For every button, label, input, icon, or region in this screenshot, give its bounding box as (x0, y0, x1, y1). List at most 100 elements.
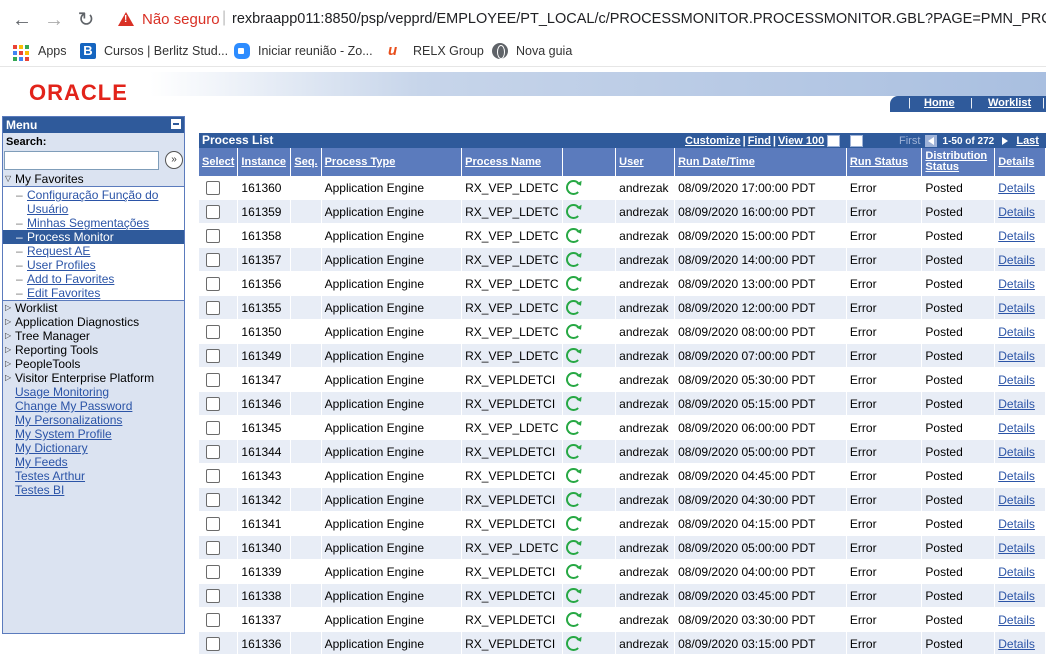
favorite-link[interactable]: – Minhas Segmentações (3, 216, 177, 230)
favorite-link[interactable]: – Request AE (3, 244, 177, 258)
select-checkbox[interactable] (206, 180, 220, 195)
first-link[interactable]: First (899, 135, 920, 147)
refresh-icon[interactable] (565, 492, 581, 508)
select-checkbox[interactable] (206, 372, 220, 387)
grid-view-icon[interactable] (850, 135, 864, 148)
refresh-icon[interactable] (565, 636, 581, 652)
column-header-run-status[interactable]: Run Status (846, 148, 923, 176)
view-100-link[interactable]: View 100 (778, 135, 824, 147)
menu-link[interactable]: My System Profile (3, 427, 184, 441)
menu-folder[interactable]: ▷ Tree Manager (3, 329, 184, 343)
collapse-icon[interactable] (171, 119, 181, 129)
select-checkbox[interactable] (206, 204, 220, 219)
column-header-process-name[interactable]: Process Name (461, 148, 563, 176)
menu-folder[interactable]: ▷ Reporting Tools (3, 343, 184, 357)
refresh-icon[interactable] (565, 204, 581, 220)
refresh-icon[interactable] (565, 396, 581, 412)
select-checkbox[interactable] (206, 516, 220, 531)
select-checkbox[interactable] (206, 396, 220, 411)
select-checkbox[interactable] (206, 228, 220, 243)
bookmark-apps[interactable]: Apps (38, 44, 67, 58)
menu-folder[interactable]: ▷ PeopleTools (3, 357, 184, 371)
details-link[interactable]: Details (998, 541, 1035, 555)
favorite-link-active[interactable]: – Process Monitor (3, 230, 184, 244)
menu-folder[interactable]: ▷ Application Diagnostics (3, 315, 184, 329)
details-link[interactable]: Details (998, 325, 1035, 339)
zoom-icon[interactable] (234, 43, 250, 59)
bookmark-relx[interactable]: RELX Group (413, 44, 484, 58)
address-bar[interactable]: rexbraapp011:8850/psp/vepprd/EMPLOYEE/PT… (232, 11, 1046, 27)
select-checkbox[interactable] (206, 540, 220, 555)
details-link[interactable]: Details (998, 565, 1035, 579)
relx-icon[interactable]: u (388, 43, 404, 59)
select-checkbox[interactable] (206, 252, 220, 267)
refresh-icon[interactable] (565, 612, 581, 628)
refresh-icon[interactable] (565, 276, 581, 292)
favorite-link[interactable]: – Add to Favorites (3, 272, 177, 286)
refresh-icon[interactable] (565, 324, 581, 340)
details-link[interactable]: Details (998, 613, 1035, 627)
security-label[interactable]: Não seguro (142, 11, 220, 28)
menu-link[interactable]: Testes BI (3, 483, 184, 497)
column-header-seq[interactable]: Seq. (290, 148, 322, 176)
details-link[interactable]: Details (998, 589, 1035, 603)
details-link[interactable]: Details (998, 181, 1035, 195)
nav-home-link[interactable]: Home (924, 97, 955, 109)
details-link[interactable]: Details (998, 469, 1035, 483)
nav-worklist-link[interactable]: Worklist (988, 97, 1031, 109)
details-link[interactable]: Details (998, 637, 1035, 651)
refresh-icon[interactable] (565, 228, 581, 244)
favorite-link[interactable]: – Edit Favorites (3, 286, 177, 300)
back-icon[interactable]: ← (10, 8, 34, 32)
details-link[interactable]: Details (998, 445, 1035, 459)
menu-link[interactable]: Change My Password (3, 399, 184, 413)
last-link[interactable]: Last (1016, 135, 1039, 147)
details-link[interactable]: Details (998, 301, 1035, 315)
select-checkbox[interactable] (206, 420, 220, 435)
search-go-icon[interactable]: » (165, 151, 183, 169)
column-header-process-type[interactable]: Process Type (321, 148, 463, 176)
find-link[interactable]: Find (748, 135, 771, 147)
details-link[interactable]: Details (998, 517, 1035, 531)
forward-icon[interactable]: → (42, 8, 66, 32)
column-header-distribution-status[interactable]: Distribution Status (921, 148, 996, 176)
menu-folder-my-favorites[interactable]: ▽ My Favorites (3, 172, 184, 186)
reload-icon[interactable]: ↻ (74, 8, 98, 32)
refresh-icon[interactable] (565, 300, 581, 316)
select-checkbox[interactable] (206, 636, 220, 651)
refresh-icon[interactable] (565, 348, 581, 364)
menu-link[interactable]: Testes Arthur (3, 469, 184, 483)
refresh-icon[interactable] (565, 420, 581, 436)
select-checkbox[interactable] (206, 348, 220, 363)
menu-folder[interactable]: ▷ Worklist (3, 301, 184, 315)
berlitz-icon[interactable]: B (80, 43, 96, 59)
details-link[interactable]: Details (998, 373, 1035, 387)
select-checkbox[interactable] (206, 300, 220, 315)
refresh-icon[interactable] (565, 540, 581, 556)
column-header-instance[interactable]: Instance (237, 148, 292, 176)
favorite-link[interactable]: – User Profiles (3, 258, 177, 272)
refresh-icon[interactable] (565, 372, 581, 388)
details-link[interactable]: Details (998, 493, 1035, 507)
details-link[interactable]: Details (998, 205, 1035, 219)
next-page-icon[interactable] (999, 135, 1012, 148)
menu-link[interactable]: My Personalizations (3, 413, 184, 427)
refresh-icon[interactable] (565, 564, 581, 580)
bookmark-berlitz[interactable]: Cursos | Berlitz Stud... (104, 44, 228, 58)
warning-icon[interactable]: ! (118, 12, 134, 26)
menu-folder[interactable]: ▷ Visitor Enterprise Platform (3, 371, 184, 385)
select-checkbox[interactable] (206, 324, 220, 339)
details-link[interactable]: Details (998, 229, 1035, 243)
refresh-icon[interactable] (565, 468, 581, 484)
details-link[interactable]: Details (998, 349, 1035, 363)
select-checkbox[interactable] (206, 564, 220, 579)
column-header-run-date-time[interactable]: Run Date/Time (674, 148, 847, 176)
bookmark-zoom[interactable]: Iniciar reunião - Zo... (258, 44, 373, 58)
globe-icon[interactable] (492, 43, 508, 59)
select-checkbox[interactable] (206, 612, 220, 627)
bookmark-new-tab[interactable]: Nova guia (516, 44, 572, 58)
previous-page-icon[interactable] (925, 135, 938, 148)
refresh-icon[interactable] (565, 516, 581, 532)
favorite-link[interactable]: – Configuração Função do Usuário (3, 188, 177, 216)
details-link[interactable]: Details (998, 277, 1035, 291)
